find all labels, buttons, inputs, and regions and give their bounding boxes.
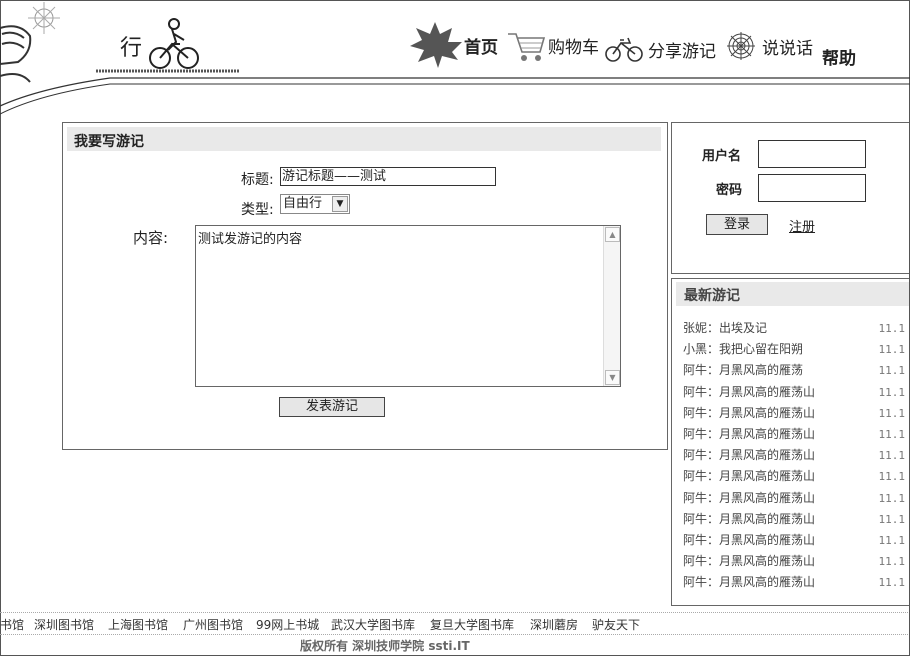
- footer-link[interactable]: 武汉大学图书库: [331, 616, 415, 633]
- list-item-title[interactable]: 小黑：我把心留在阳朔: [683, 342, 803, 356]
- list-item-date: 11.1: [878, 322, 906, 335]
- username-label: 用户名: [702, 149, 742, 164]
- nav-chat-label: 说说话: [762, 38, 813, 59]
- list-item[interactable]: 阿牛：月黑风高的雁荡山 11.1: [683, 572, 905, 593]
- list-item[interactable]: 阿牛：月黑风高的雁荡山 11.1: [683, 488, 905, 509]
- list-item-title[interactable]: 阿牛：月黑风高的雁荡山: [683, 491, 815, 505]
- scroll-up-icon[interactable]: ▲: [605, 227, 620, 242]
- cyclist-icon: [96, 18, 240, 73]
- list-item[interactable]: 阿牛：月黑风高的雁荡山 11.1: [683, 466, 905, 487]
- logo-character: 行: [120, 36, 143, 61]
- list-item[interactable]: 阿牛：月黑风高的雁荡山 11.1: [683, 509, 905, 530]
- scroll-down-icon[interactable]: ▼: [605, 370, 620, 385]
- footer-link[interactable]: 广州图书馆: [183, 616, 243, 633]
- list-item[interactable]: 阿牛：月黑风高的雁荡 11.1: [683, 360, 905, 381]
- bicycle-icon: [605, 37, 643, 62]
- list-item-title[interactable]: 阿牛：月黑风高的雁荡山: [683, 385, 815, 399]
- list-item-date: 11.1: [878, 533, 906, 547]
- write-travelogue-panel: 我要写游记 标题: 游记标题——测试 类型: 自由行 ▼ 内容: 测试发游记的内…: [62, 122, 668, 450]
- type-select-value: 自由行: [283, 196, 323, 211]
- type-label: 类型:: [241, 202, 274, 218]
- latest-travelogues-panel: 最新游记 张妮：出埃及记 11.1 小黑：我把心留在阳朔 11.1 阿牛：月黑风高的…: [671, 278, 909, 606]
- content-textarea[interactable]: 测试发游记的内容 ▲ ▼: [195, 225, 621, 387]
- footer-link[interactable]: 99网上书城: [256, 616, 319, 633]
- list-item-date: 11.1: [878, 406, 906, 420]
- list-item[interactable]: 阿牛：月黑风高的雁荡山 11.1: [683, 445, 905, 466]
- list-item-title[interactable]: 阿牛：月黑风高的雁荡山: [683, 533, 815, 547]
- list-item-date: 11.1: [878, 555, 906, 569]
- list-item[interactable]: 张妮：出埃及记 11.1: [683, 318, 905, 339]
- list-item-title[interactable]: 阿牛：月黑风高的雁荡山: [683, 575, 815, 589]
- list-item-date: 11.1: [878, 364, 906, 378]
- list-item-title[interactable]: 阿牛：月黑风高的雁荡山: [683, 512, 815, 526]
- list-item-date: 11.1: [878, 470, 906, 484]
- site-logo[interactable]: 行: [92, 14, 242, 76]
- nav-home-label: 首页: [464, 37, 498, 58]
- content-label: 内容:: [133, 229, 169, 247]
- list-item[interactable]: 小黑：我把心留在阳朔 11.1: [683, 339, 905, 360]
- username-input[interactable]: [758, 140, 866, 168]
- list-item[interactable]: 阿牛：月黑风高的雁荡山 11.1: [683, 424, 905, 445]
- password-label: 密码: [716, 183, 743, 198]
- list-item[interactable]: 阿牛：月黑风高的雁荡山 11.1: [683, 530, 905, 551]
- list-item-date: 11.1: [878, 427, 906, 441]
- list-item[interactable]: 阿牛：月黑风高的雁荡山 11.1: [683, 382, 905, 403]
- friend-links: 书馆 深圳图书馆 上海图书馆 广州图书馆 99网上书城 武汉大学图书库 复旦大学…: [0, 612, 908, 635]
- write-panel-title: 我要写游记: [74, 134, 144, 150]
- footer-divider: [0, 634, 908, 635]
- content-text: 测试发游记的内容: [198, 232, 303, 247]
- footer-link[interactable]: 书馆: [0, 616, 24, 633]
- list-item[interactable]: 阿牛：月黑风高的雁荡山 11.1: [683, 403, 905, 424]
- shopping-cart-icon: [508, 33, 546, 61]
- register-link[interactable]: 注册: [789, 216, 815, 235]
- subject-label: 标题:: [241, 172, 274, 188]
- nav-cart[interactable]: 购物车: [506, 28, 599, 62]
- nav-share-label: 分享游记: [648, 41, 716, 62]
- nav-share-travelogue[interactable]: 分享游记: [604, 34, 716, 64]
- nav-help[interactable]: 帮助: [822, 44, 856, 69]
- list-item-title[interactable]: 阿牛：月黑风高的雁荡山: [683, 469, 815, 483]
- publish-button[interactable]: 发表游记: [279, 397, 385, 417]
- list-item-date: 11.1: [878, 512, 906, 526]
- footer-link[interactable]: 深圳蘑房: [530, 616, 578, 633]
- subject-input[interactable]: 游记标题——测试: [280, 167, 496, 186]
- nav-chat[interactable]: 说说话: [724, 30, 813, 62]
- list-item-title[interactable]: 阿牛：月黑风高的雁荡山: [683, 448, 815, 462]
- list-item-date: 11.1: [878, 491, 906, 505]
- nav-home[interactable]: 首页: [406, 20, 498, 70]
- nav-cart-label: 购物车: [548, 37, 599, 58]
- maple-leaf-icon: [410, 22, 462, 68]
- chevron-down-icon[interactable]: ▼: [332, 196, 348, 212]
- list-item-title[interactable]: 张妮：出埃及记: [683, 321, 767, 335]
- list-item-date: 11.1: [878, 343, 906, 357]
- list-item-date: 11.1: [878, 576, 906, 590]
- list-item-title[interactable]: 阿牛：月黑风高的雁荡山: [683, 554, 815, 568]
- login-button[interactable]: 登录: [706, 214, 768, 235]
- latest-panel-header: 最新游记: [676, 282, 909, 306]
- textarea-scrollbar[interactable]: ▲ ▼: [603, 226, 620, 386]
- footer-link[interactable]: 复旦大学图书库: [430, 616, 514, 633]
- list-item-title[interactable]: 阿牛：月黑风高的雁荡山: [683, 427, 815, 441]
- spider-web-icon: [727, 32, 755, 60]
- list-item-title[interactable]: 阿牛：月黑风高的雁荡山: [683, 406, 815, 420]
- footer-link[interactable]: 上海图书馆: [108, 616, 168, 633]
- copyright-text: 版权所有 深圳技师学院 ssti.IT: [300, 639, 470, 653]
- nav-help-label: 帮助: [822, 49, 856, 69]
- footer-link[interactable]: 驴友天下: [592, 616, 640, 633]
- list-item[interactable]: 阿牛：月黑风高的雁荡山 11.1: [683, 551, 905, 572]
- type-select[interactable]: 自由行 ▼: [280, 194, 350, 214]
- password-input[interactable]: [758, 174, 866, 202]
- list-item-date: 11.1: [878, 449, 906, 463]
- footer-link[interactable]: 深圳图书馆: [34, 616, 94, 633]
- latest-list: 张妮：出埃及记 11.1 小黑：我把心留在阳朔 11.1 阿牛：月黑风高的雁荡 11.…: [683, 318, 905, 593]
- list-item-title[interactable]: 阿牛：月黑风高的雁荡: [683, 363, 803, 377]
- list-item-date: 11.1: [878, 385, 906, 399]
- write-panel-header: 我要写游记: [67, 127, 661, 151]
- login-panel: 用户名 密码 登录 注册: [671, 122, 909, 274]
- latest-panel-title: 最新游记: [684, 288, 740, 304]
- header-divider-curve: [0, 77, 910, 115]
